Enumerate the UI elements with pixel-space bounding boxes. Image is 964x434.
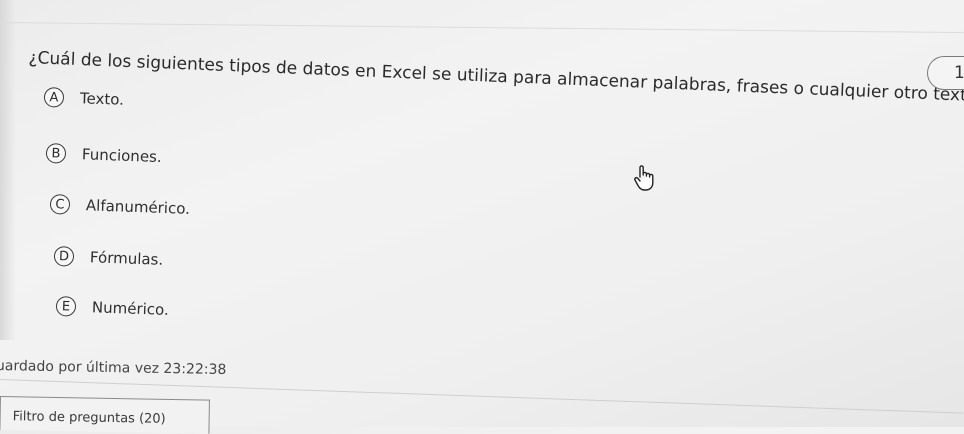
option-e-letter: E — [55, 296, 77, 317]
option-e[interactable]: E Numérico. — [55, 296, 170, 320]
option-a[interactable]: A Texto. — [43, 87, 125, 110]
question-text: ¿Cuál de los siguientes tipos de datos e… — [28, 48, 964, 107]
last-saved-status: uardado por última vez 23:22:38 — [0, 358, 227, 379]
question-number-badge[interactable]: 1 — [927, 56, 964, 90]
option-e-text: Numérico. — [91, 298, 170, 319]
question-filter-button[interactable]: Filtro de preguntas (20) — [0, 396, 210, 434]
question-number: 1 — [954, 63, 964, 83]
option-c-letter: C — [49, 194, 71, 215]
top-divider — [0, 22, 964, 34]
option-d[interactable]: D Fórmulas. — [53, 246, 164, 270]
option-d-text: Fórmulas. — [89, 248, 164, 269]
left-panel-edge — [0, 0, 16, 340]
option-c[interactable]: C Alfanumérico. — [49, 194, 191, 219]
option-b[interactable]: B Funciones. — [45, 143, 162, 167]
option-c-text: Alfanumérico. — [85, 196, 191, 218]
option-a-letter: A — [43, 87, 65, 108]
option-b-text: Funciones. — [81, 145, 162, 167]
option-b-letter: B — [45, 143, 67, 164]
option-a-text: Texto. — [79, 89, 125, 109]
option-d-letter: D — [53, 246, 75, 267]
hand-pointer-icon — [634, 165, 654, 191]
